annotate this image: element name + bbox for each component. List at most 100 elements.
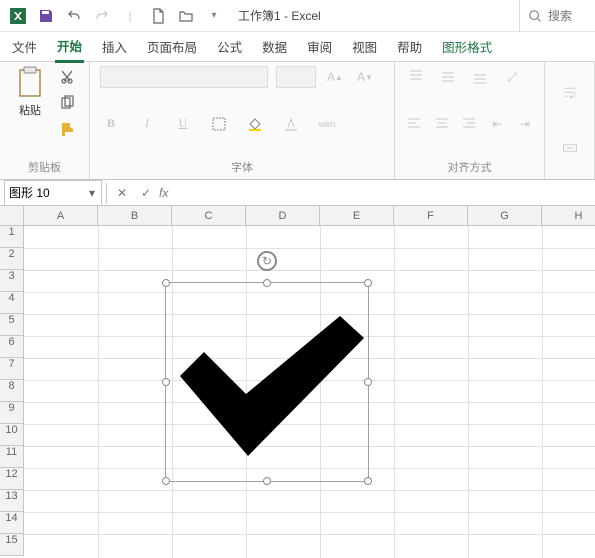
col-header[interactable]: B <box>98 206 172 226</box>
row-header[interactable]: 3 <box>0 270 24 292</box>
align-left-icon <box>405 113 423 135</box>
ribbon-tabs: 文件 开始 插入 页面布局 公式 数据 审阅 视图 帮助 图形格式 <box>0 32 595 62</box>
row-header[interactable]: 15 <box>0 534 24 556</box>
formula-bar-input[interactable] <box>176 182 595 204</box>
tab-home[interactable]: 开始 <box>55 31 84 63</box>
align-middle-icon <box>437 66 459 88</box>
open-folder-icon[interactable] <box>174 4 198 28</box>
enter-formula-icon[interactable]: ✓ <box>135 182 157 204</box>
row-header[interactable]: 10 <box>0 424 24 446</box>
font-size-select <box>276 66 316 88</box>
name-box[interactable]: ▾ <box>4 180 102 206</box>
tab-insert[interactable]: 插入 <box>100 32 129 61</box>
excel-app-icon <box>6 4 30 28</box>
row-header[interactable]: 1 <box>0 226 24 248</box>
resize-handle-se[interactable] <box>364 477 372 485</box>
fill-color-button[interactable] <box>244 113 266 135</box>
row-header[interactable]: 7 <box>0 358 24 380</box>
save-icon[interactable] <box>34 4 58 28</box>
phonetic-button: wen <box>316 113 338 135</box>
app-title: 工作簿1 - Excel <box>238 7 321 24</box>
format-painter-icon[interactable] <box>56 118 78 140</box>
tab-view[interactable]: 视图 <box>350 32 379 61</box>
row-header[interactable]: 11 <box>0 446 24 468</box>
tab-help[interactable]: 帮助 <box>395 32 424 61</box>
underline-button: U <box>172 113 194 135</box>
orientation-icon: ⤢ <box>501 66 523 88</box>
fx-label[interactable]: fx <box>159 186 168 200</box>
row-headers[interactable]: 1 2 3 4 5 6 7 8 9 10 11 12 13 14 15 <box>0 226 24 558</box>
increase-indent-icon: ⇥ <box>516 113 534 135</box>
bold-button: B <box>100 113 122 135</box>
col-header[interactable]: D <box>246 206 320 226</box>
undo-icon[interactable] <box>62 4 86 28</box>
align-center-icon <box>433 113 451 135</box>
rotate-handle-icon[interactable]: ↻ <box>257 251 277 271</box>
column-headers[interactable]: A B C D E F G H <box>24 206 595 226</box>
quickbar-customize-icon[interactable]: ▾ <box>202 4 226 28</box>
decrease-indent-icon: ⇤ <box>488 113 506 135</box>
row-header[interactable]: 8 <box>0 380 24 402</box>
col-header[interactable]: F <box>394 206 468 226</box>
search-icon <box>528 9 542 23</box>
row-header[interactable]: 2 <box>0 248 24 270</box>
align-bottom-icon <box>469 66 491 88</box>
row-header[interactable]: 14 <box>0 512 24 534</box>
decrease-font-icon: A▼ <box>354 66 376 88</box>
redo-icon[interactable] <box>90 4 114 28</box>
search-input[interactable] <box>548 9 582 23</box>
checkmark-shape[interactable] <box>180 316 364 456</box>
wrap-text-icon <box>559 82 581 104</box>
group-alignment: ⤢ ⇤ ⇥ 对齐方式 <box>395 62 545 179</box>
col-header[interactable]: G <box>468 206 542 226</box>
resize-handle-e[interactable] <box>364 378 372 386</box>
row-header[interactable]: 12 <box>0 468 24 490</box>
resize-handle-s[interactable] <box>263 477 271 485</box>
title-bar: | ▾ 工作簿1 - Excel <box>0 0 595 32</box>
row-header[interactable]: 5 <box>0 314 24 336</box>
col-header[interactable]: A <box>24 206 98 226</box>
formula-bar-row: ▾ ✕ ✓ fx <box>0 180 595 206</box>
resize-handle-ne[interactable] <box>364 279 372 287</box>
align-top-icon <box>405 66 427 88</box>
tab-review[interactable]: 审阅 <box>305 32 334 61</box>
tab-file[interactable]: 文件 <box>10 32 39 61</box>
resize-handle-nw[interactable] <box>162 279 170 287</box>
group-clipboard: 粘贴 剪贴板 <box>0 62 90 179</box>
row-header[interactable]: 13 <box>0 490 24 512</box>
merge-center-icon <box>559 137 581 159</box>
row-header[interactable]: 6 <box>0 336 24 358</box>
col-header[interactable]: C <box>172 206 246 226</box>
increase-font-icon: A▲ <box>324 66 346 88</box>
ribbon: 粘贴 剪贴板 A▲ A▼ B I U wen 字体 <box>0 62 595 180</box>
name-box-input[interactable] <box>5 182 83 204</box>
tab-formulas[interactable]: 公式 <box>215 32 244 61</box>
resize-handle-w[interactable] <box>162 378 170 386</box>
align-right-icon <box>461 113 479 135</box>
select-all-corner[interactable] <box>0 206 24 226</box>
search-box[interactable] <box>519 0 589 32</box>
resize-handle-n[interactable] <box>263 279 271 287</box>
tab-page-layout[interactable]: 页面布局 <box>145 32 199 61</box>
paste-label: 粘贴 <box>19 102 41 118</box>
group-font: A▲ A▼ B I U wen 字体 <box>90 62 395 179</box>
copy-icon[interactable] <box>56 92 78 114</box>
tab-shape-format[interactable]: 图形格式 <box>440 32 494 61</box>
group-wrap <box>545 62 595 179</box>
resize-handle-sw[interactable] <box>162 477 170 485</box>
tab-data[interactable]: 数据 <box>260 32 289 61</box>
clipboard-icon <box>16 66 44 100</box>
row-header[interactable]: 4 <box>0 292 24 314</box>
border-button[interactable] <box>208 113 230 135</box>
paste-button[interactable]: 粘贴 <box>10 66 50 118</box>
col-header[interactable]: E <box>320 206 394 226</box>
col-header[interactable]: H <box>542 206 595 226</box>
new-file-icon[interactable] <box>146 4 170 28</box>
italic-button: I <box>136 113 158 135</box>
group-font-label: 字体 <box>100 159 384 177</box>
row-header[interactable]: 9 <box>0 402 24 424</box>
cut-icon[interactable] <box>56 66 78 88</box>
font-color-button <box>280 113 302 135</box>
name-box-dropdown-icon[interactable]: ▾ <box>83 186 101 200</box>
cancel-formula-icon[interactable]: ✕ <box>111 182 133 204</box>
